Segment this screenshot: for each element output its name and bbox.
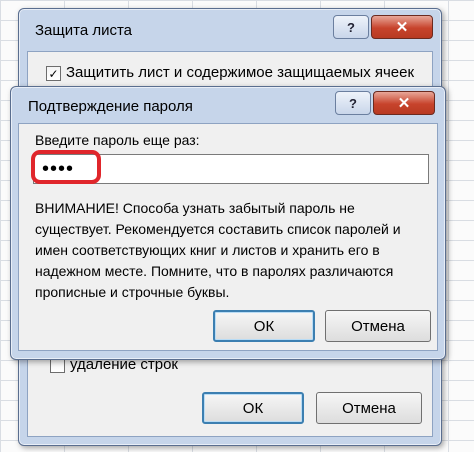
help-icon: ? <box>347 19 355 35</box>
protect-cancel-label: Отмена <box>342 399 396 417</box>
close-icon: ✕ <box>395 19 409 36</box>
close-icon: ✕ <box>397 95 411 112</box>
confirm-password-dialog-title: Подтверждение пароля <box>28 98 193 115</box>
confirm-cancel-label: Отмена <box>351 317 405 335</box>
help-button[interactable]: ? <box>335 91 371 115</box>
confirm-ok-label: ОК <box>253 317 275 335</box>
confirm-password-client-area: Введите пароль еще раз: •••• ВНИМАНИЕ! С… <box>18 123 438 351</box>
protect-sheet-checkbox[interactable]: ✓ <box>46 66 61 81</box>
protect-ok-label: ОК <box>242 399 264 417</box>
confirm-cancel-button[interactable]: Отмена <box>325 310 431 342</box>
warning-text: ВНИМАНИЕ! Способа узнать забытый пароль … <box>35 200 401 300</box>
close-button[interactable]: ✕ <box>373 91 435 115</box>
protect-cancel-button[interactable]: Отмена <box>316 392 422 424</box>
password-highlight-box <box>31 150 101 184</box>
confirm-password-dialog: Подтверждение пароля ? ✕ Введите пароль … <box>10 86 446 360</box>
protect-sheet-checkbox-label: Защитить лист и содержимое защищаемых яч… <box>66 64 415 81</box>
help-button[interactable]: ? <box>333 15 369 39</box>
confirm-ok-button[interactable]: ОК <box>213 310 315 342</box>
close-button[interactable]: ✕ <box>371 15 433 39</box>
password-prompt-label: Введите пароль еще раз: <box>35 132 200 148</box>
help-icon: ? <box>349 95 357 111</box>
checkmark-icon: ✓ <box>48 66 59 81</box>
delete-rows-checkbox[interactable] <box>50 358 65 373</box>
protect-sheet-dialog-title: Защита листа <box>35 22 133 39</box>
protect-ok-button[interactable]: ОК <box>202 392 304 424</box>
